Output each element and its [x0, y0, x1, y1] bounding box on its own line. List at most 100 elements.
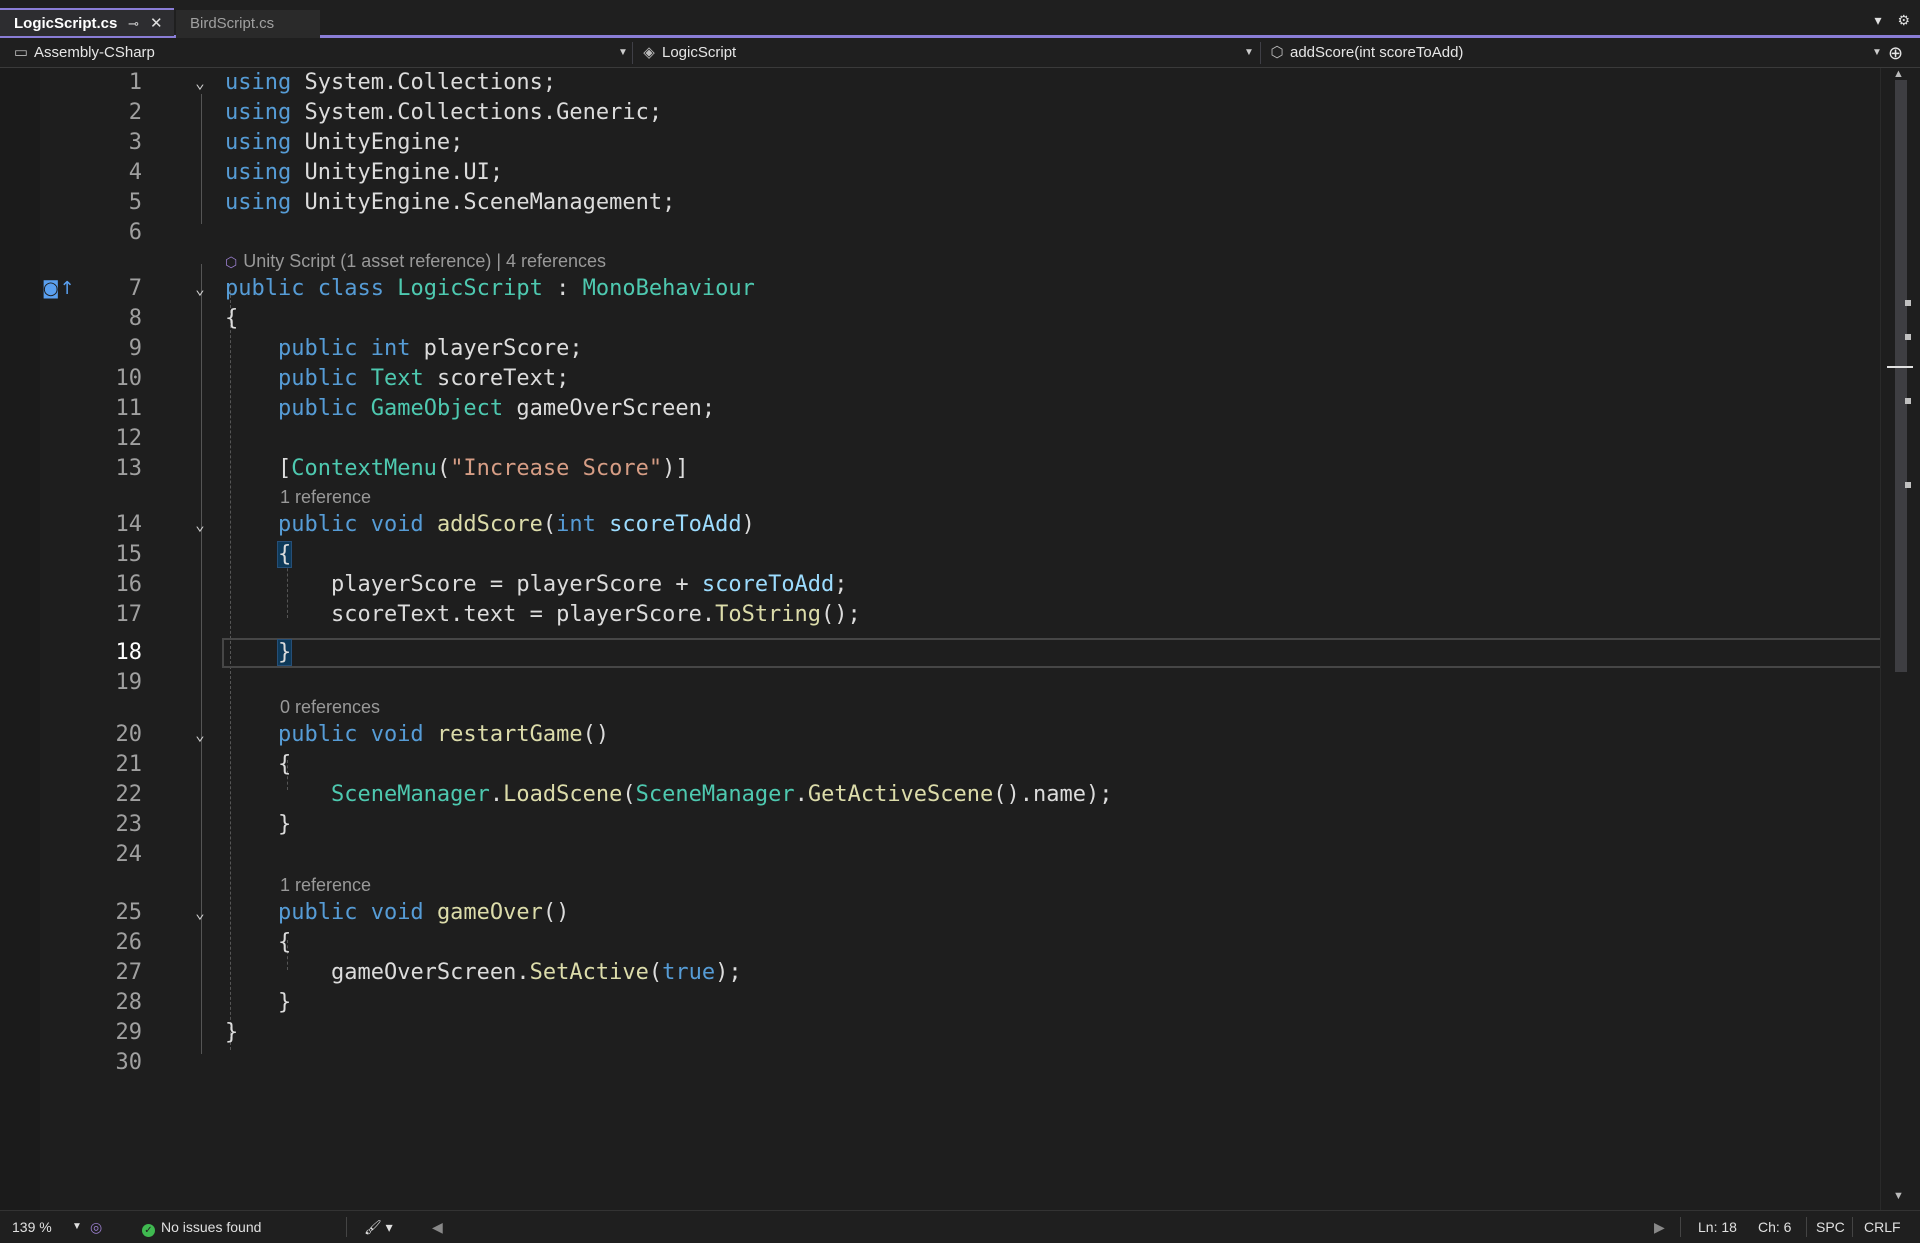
close-icon[interactable]: ✕ [150, 10, 163, 38]
tab-bar-actions: ▾ ⚙ [1863, 12, 1910, 29]
method-name: LoadScene [503, 782, 623, 807]
line-number: 30 [115, 1050, 143, 1075]
code-text: { [225, 306, 239, 331]
codelens-addscore-references[interactable]: 1 reference [280, 484, 371, 510]
scroll-down-icon[interactable]: ▼ [1893, 1190, 1904, 1202]
codelens-gameover-references[interactable]: 1 reference [280, 872, 371, 898]
code-text: () [582, 722, 610, 747]
line-number: 27 [115, 960, 143, 985]
project-dropdown[interactable]: ▭ Assembly-CSharp ▼ [12, 38, 632, 68]
zoom-label: 139 % [12, 1219, 52, 1235]
tab-birdscript[interactable]: BirdScript.cs [176, 10, 320, 38]
base-class: MonoBehaviour [582, 276, 755, 301]
code-text: () [542, 900, 570, 925]
code-line: 20 ⌄ public void restartGame() [0, 720, 1880, 750]
line-number: 26 [115, 930, 143, 955]
status-divider [1852, 1217, 1853, 1237]
code-line: 4 using UnityEngine.UI; [0, 158, 1880, 188]
code-text: { [277, 752, 292, 777]
code-line: 13 [ContextMenu("Increase Score")] [0, 454, 1880, 484]
code-line: 9 public int playerScore; [0, 334, 1880, 364]
keyword: int [556, 512, 596, 537]
collapse-chevron-icon[interactable]: ⌄ [190, 720, 210, 750]
method-name: SetActive [529, 960, 649, 985]
member-dropdown[interactable]: ⬡ addScore(int scoreToAdd) ▼ [1268, 38, 1884, 68]
collapse-chevron-icon[interactable]: ⌄ [190, 68, 210, 98]
code-line: 17 scoreText.text = playerScore.ToString… [0, 600, 1880, 630]
pin-icon[interactable]: ⊸ [128, 10, 139, 38]
unity-cube-icon: ⬡ [225, 254, 238, 270]
tab-logicscript[interactable]: LogicScript.cs ⊸ ✕ [0, 8, 174, 36]
type-name: SceneManager [330, 782, 490, 807]
method-name: gameOver [436, 900, 543, 925]
code-line: 22 SceneManager.LoadScene(SceneManager.G… [0, 780, 1880, 810]
code-line: 30 [0, 1048, 1880, 1078]
editor-status-bar: 139 % ▼ ◎ ✓ No issues found 🖌 ▾ ◀ ▶ Ln: 1… [0, 1210, 1920, 1242]
line-number: 7 [128, 276, 142, 301]
class-dropdown[interactable]: ◈ LogicScript ▼ [640, 38, 1256, 68]
line-ending-indicator[interactable]: CRLF [1864, 1211, 1901, 1243]
copilot-icon[interactable]: ◎ [90, 1211, 102, 1243]
code-text: ; [834, 572, 848, 597]
scroll-left-icon[interactable]: ◀ [432, 1211, 443, 1243]
code-text: ().name); [993, 782, 1113, 807]
code-text: )] [662, 456, 689, 481]
scroll-up-icon[interactable]: ▲ [1893, 68, 1904, 80]
line-number: 23 [115, 812, 143, 837]
keyword: public class [225, 276, 384, 301]
gear-icon[interactable]: ⚙ [1897, 12, 1910, 28]
whitespace-indicator[interactable]: SPC [1816, 1211, 1845, 1243]
codelens-text: 0 references [280, 697, 381, 717]
line-number: 17 [115, 602, 143, 627]
code-text: ( [622, 782, 636, 807]
scrollbar-marker [1905, 482, 1911, 488]
zoom-dropdown-chevron-icon[interactable]: ▼ [72, 1211, 82, 1243]
class-icon: ◈ [643, 44, 655, 61]
collapse-chevron-icon[interactable]: ⌄ [190, 510, 210, 540]
check-circle-icon: ✓ [142, 1224, 155, 1237]
type-name: SceneManager [635, 782, 795, 807]
code-line: 1 ⌄ using System.Collections; [0, 68, 1880, 98]
codelens-restartgame-references[interactable]: 0 references [280, 694, 380, 720]
line-indicator[interactable]: Ln: 18 [1698, 1211, 1737, 1243]
line-number: 10 [115, 366, 143, 391]
code-cleanup-brush-icon[interactable]: 🖌 ▾ [364, 1211, 393, 1243]
keyword: public void [277, 900, 424, 925]
chevron-down-icon: ▼ [1872, 47, 1882, 58]
code-line: 29 } [0, 1018, 1880, 1048]
scrollbar-caret-marker [1887, 366, 1913, 368]
code-text: gameOverScreen. [330, 960, 530, 985]
status-divider [346, 1217, 347, 1237]
method-name: GetActiveScene [807, 782, 994, 807]
column-indicator[interactable]: Ch: 6 [1758, 1211, 1791, 1243]
collapse-chevron-icon[interactable]: ⌄ [190, 274, 210, 304]
line-number: 21 [115, 752, 143, 777]
tab-label: BirdScript.cs [190, 15, 275, 32]
line-number: 6 [128, 220, 142, 245]
tab-dropdown-icon[interactable]: ▾ [1875, 12, 1882, 28]
line-number: 12 [115, 426, 143, 451]
code-editor[interactable]: 1 ⌄ using System.Collections; 2 using Sy… [0, 68, 1920, 1210]
collapse-chevron-icon[interactable]: ⌄ [190, 898, 210, 928]
class-label: LogicScript [662, 44, 737, 61]
keyword: public [277, 366, 358, 391]
code-text: (); [821, 602, 861, 627]
scrollbar-thumb[interactable] [1895, 80, 1907, 672]
issues-indicator[interactable]: ✓ No issues found [142, 1211, 261, 1243]
code-line: 11 public GameObject gameOverScreen; [0, 394, 1880, 424]
line-number: 11 [115, 396, 143, 421]
code-line: 6 [0, 218, 1880, 248]
type-name: GameObject [370, 396, 504, 421]
member-label: addScore(int scoreToAdd) [1290, 44, 1464, 61]
code-text: { [277, 930, 292, 955]
scroll-right-icon[interactable]: ▶ [1654, 1211, 1665, 1243]
code-line: 23 } [0, 810, 1880, 840]
line-number: 9 [128, 336, 142, 361]
line-number: 14 [115, 512, 143, 537]
vertical-scrollbar[interactable]: ▲ ▼ [1880, 68, 1920, 1210]
codelens-class-references[interactable]: ⬡ Unity Script (1 asset reference) | 4 re… [225, 248, 606, 274]
code-text: ( [542, 512, 557, 537]
zoom-level[interactable]: 139 % [12, 1211, 52, 1243]
split-editor-icon[interactable]: ⊕ [1888, 38, 1912, 68]
line-number: 2 [128, 100, 142, 125]
